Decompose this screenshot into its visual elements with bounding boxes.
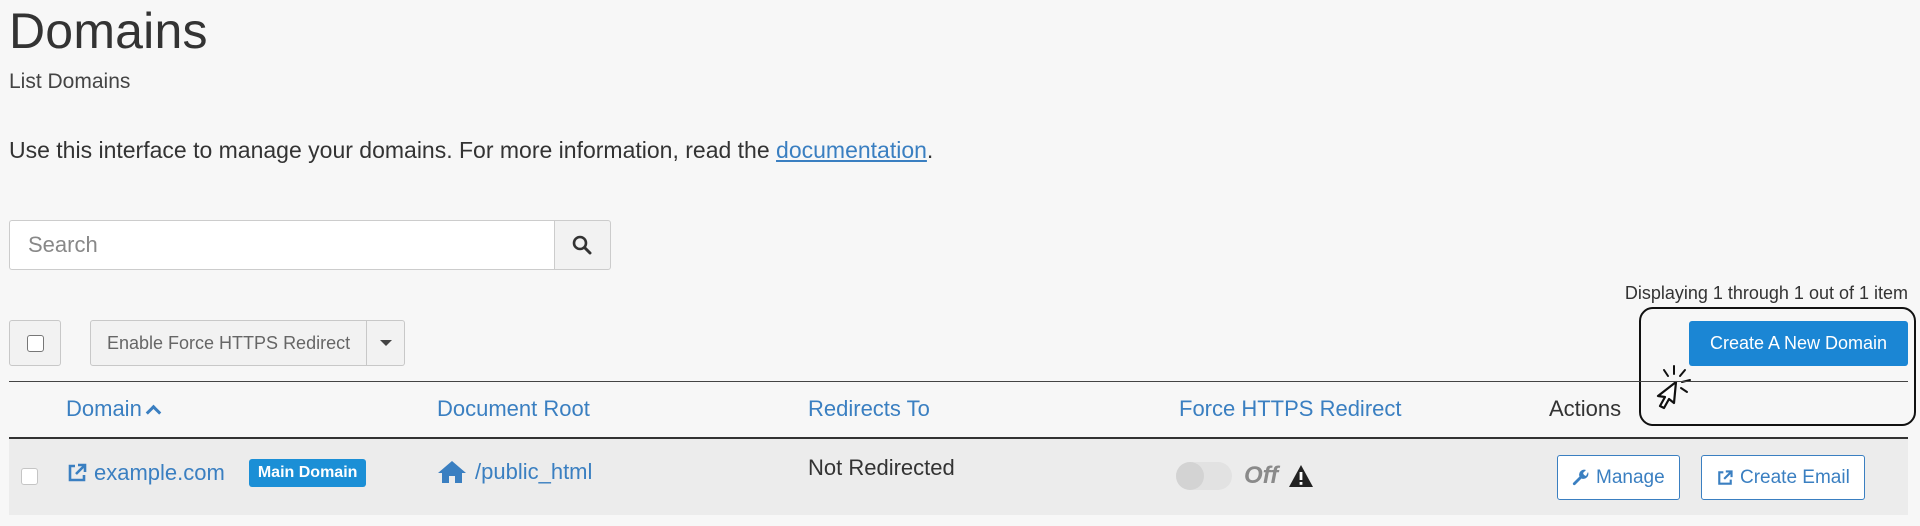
column-header-document-root[interactable]: Document Root <box>437 396 590 422</box>
main-domain-badge: Main Domain <box>248 459 367 487</box>
external-link-icon <box>68 463 87 482</box>
manage-button-label: Manage <box>1596 466 1665 488</box>
search-icon <box>573 235 592 255</box>
domain-cell: example.com Main Domain <box>66 459 367 487</box>
search-bar <box>9 220 611 270</box>
intro-suffix: . <box>926 137 934 163</box>
intro-description: Use this interface to manage your domain… <box>9 137 777 163</box>
table-row: example.com Main Domain /public_html Not… <box>9 439 1908 515</box>
column-header-domain[interactable]: Domain <box>66 396 162 422</box>
document-root-link[interactable]: /public_html <box>475 459 592 485</box>
force-https-status: Off <box>1244 462 1279 489</box>
select-all-checkbox[interactable] <box>26 334 44 352</box>
column-header-domain-label: Domain <box>66 396 142 421</box>
manage-button[interactable]: Manage <box>1557 455 1680 500</box>
documentation-link[interactable]: documentation <box>776 137 927 163</box>
create-email-button[interactable]: Create Email <box>1701 455 1865 500</box>
column-header-redirects-to[interactable]: Redirects To <box>808 396 930 422</box>
bulk-action-group: Enable Force HTTPS Redirect <box>90 320 406 366</box>
column-header-actions: Actions <box>1549 396 1622 421</box>
pagination-summary: Displaying 1 through 1 out of 1 item <box>1624 283 1908 303</box>
domain-link[interactable]: example.com <box>94 460 225 486</box>
chevron-down-icon <box>379 340 392 346</box>
intro-text: Use this interface to manage your domain… <box>9 137 933 164</box>
force-https-cell: Off <box>1176 462 1314 490</box>
wrench-icon <box>1572 469 1589 485</box>
row-checkbox[interactable] <box>21 468 38 485</box>
select-all-checkbox-container[interactable] <box>9 320 61 366</box>
pointer-cursor-icon <box>1656 365 1691 410</box>
sort-ascending-icon <box>145 404 162 421</box>
create-domain-button[interactable]: Create A New Domain <box>1689 321 1908 366</box>
enable-force-https-button[interactable]: Enable Force HTTPS Redirect <box>90 320 368 366</box>
table-top-border <box>9 381 1908 382</box>
external-link-icon <box>1718 469 1733 485</box>
page-subtitle: List Domains <box>9 70 131 93</box>
search-button[interactable] <box>553 220 611 270</box>
redirects-to-cell: Not Redirected <box>808 455 955 481</box>
bulk-action-dropdown-toggle[interactable] <box>367 320 406 366</box>
actions-cell: Manage <box>1557 455 1680 500</box>
warning-icon <box>1289 465 1314 487</box>
document-root-cell: /public_html <box>437 459 592 485</box>
page-title: Domains <box>9 3 208 59</box>
create-email-button-label: Create Email <box>1740 466 1850 488</box>
redirects-to-value: Not Redirected <box>808 455 955 480</box>
actions-cell-email: Create Email <box>1701 455 1865 500</box>
home-icon <box>438 461 466 483</box>
column-header-force-https[interactable]: Force HTTPS Redirect <box>1179 396 1402 422</box>
force-https-toggle[interactable] <box>1176 462 1232 490</box>
search-input[interactable] <box>9 220 554 270</box>
